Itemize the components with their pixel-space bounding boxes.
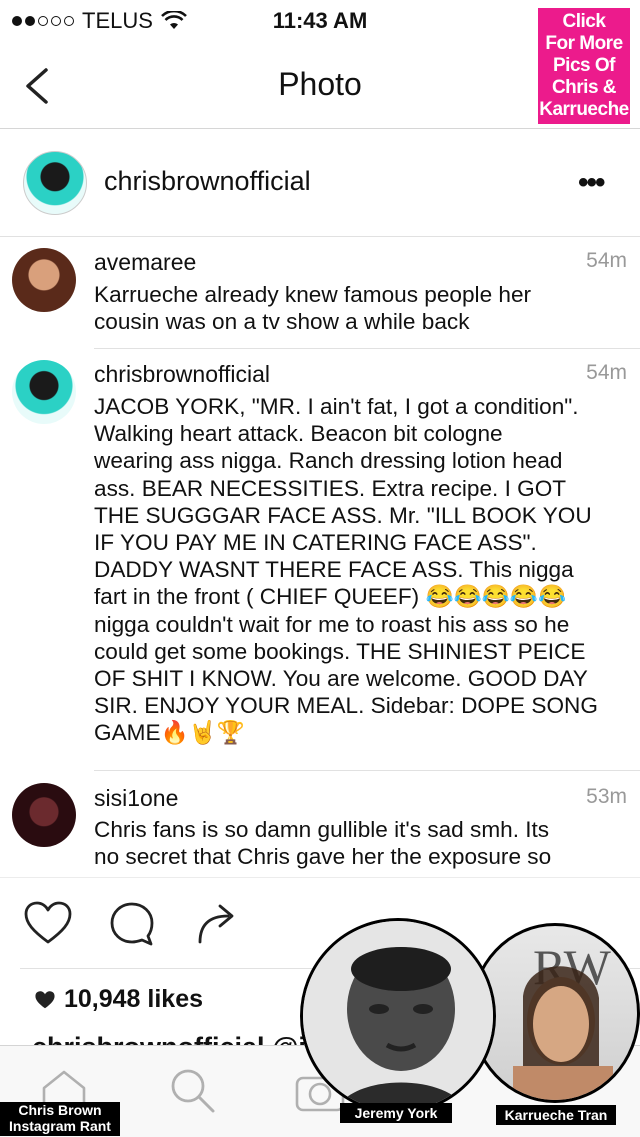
promo-line: Karrueche (539, 99, 629, 120)
more-options-icon[interactable]: ••• (578, 166, 605, 200)
share-arrow-icon[interactable] (194, 900, 240, 946)
likes-count-text: 10,948 likes (64, 985, 204, 1013)
karrueche-tran-label: Karrueche Tran (496, 1105, 616, 1125)
commenter-avatar[interactable] (12, 360, 76, 424)
portrait-illustration (303, 921, 493, 1111)
rant-caption-line: Instagram Rant (9, 1118, 111, 1134)
comment-divider (94, 348, 640, 349)
likes-count[interactable]: 10,948 likes (34, 985, 203, 1014)
caption-username: chrisbrownofficial @i (32, 1032, 306, 1045)
comment-username[interactable]: sisi1one (94, 785, 178, 812)
portrait-illustration: RW (513, 939, 613, 1100)
jeremy-york-photo (300, 918, 496, 1114)
comment-text: JACOB YORK, "MR. I ain't fat, I got a co… (94, 394, 598, 746)
comment-timestamp: 54m (586, 361, 627, 384)
comment-text: Chris fans is so damn gullible it's sad … (94, 817, 552, 870)
header-divider (0, 236, 640, 237)
comment-timestamp: 54m (586, 249, 627, 272)
comment-username[interactable]: chrisbrownofficial (94, 361, 270, 388)
comment-text: Karrueche already knew famous people her… (94, 282, 532, 335)
promo-link-box[interactable]: Click For More Pics Of Chris & Karrueche (538, 8, 630, 124)
comment-divider (94, 770, 640, 771)
comments-divider (0, 877, 640, 878)
caption-partial: chrisbrownofficial @i (32, 1030, 306, 1045)
commenter-avatar[interactable] (12, 783, 76, 847)
post-author-avatar[interactable] (23, 151, 87, 215)
promo-line: For More (545, 33, 623, 54)
promo-line: Pics Of (553, 55, 615, 76)
comment-timestamp: 53m (586, 785, 627, 808)
nav-divider (0, 128, 640, 129)
promo-line: Click (562, 11, 606, 32)
likes-heart-icon (35, 990, 55, 1008)
jeremy-york-label: Jeremy York (340, 1103, 452, 1123)
comment-username[interactable]: avemaree (94, 249, 196, 276)
like-heart-icon[interactable] (23, 900, 73, 946)
rant-caption-line: Chris Brown (18, 1102, 102, 1118)
commenter-avatar[interactable] (12, 248, 76, 312)
comment-bubble-icon[interactable] (108, 900, 156, 948)
rant-caption-label: Chris Brown Instagram Rant (0, 1102, 120, 1136)
post-author-username[interactable]: chrisbrownofficial (104, 166, 311, 197)
search-icon[interactable] (168, 1066, 216, 1114)
promo-line: Chris & (551, 77, 617, 98)
